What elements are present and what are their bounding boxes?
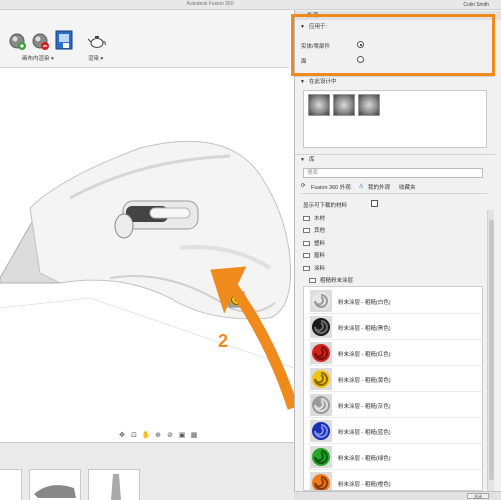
show-downloadable-label: 显示可下载的材料 — [303, 203, 348, 209]
pan-icon[interactable]: ✋ — [141, 431, 151, 440]
material-list-item[interactable]: 粉末涂层 - 粗糙(红色) — [308, 341, 482, 366]
library-scrollbar[interactable] — [487, 210, 494, 495]
material-label: 粉末涂层 - 粗糙(灰色) — [338, 404, 391, 410]
material-list-item[interactable]: 粉末涂层 - 粗糙(黑色) — [308, 315, 482, 340]
zoom-icon[interactable]: ⊕ — [153, 431, 163, 440]
material-swatch-icon — [310, 368, 332, 390]
render-in-canvas-dropdown[interactable]: 画布内渲染 ▾ — [22, 54, 54, 62]
render-stop-icon[interactable] — [31, 32, 49, 50]
teapot-render-icon[interactable] — [87, 33, 106, 49]
gallery-thumbnail[interactable] — [0, 469, 22, 500]
capture-image-icon[interactable] — [55, 30, 73, 50]
library-section[interactable]: ▼ 库 — [295, 155, 501, 165]
tab-fusion-appearances[interactable]: Fusion 360 外观 — [311, 183, 351, 191]
tab-favorites[interactable]: 收藏夹 — [399, 183, 416, 191]
library-heading: 库 — [308, 157, 315, 163]
material-list-item[interactable]: 粉末涂层 - 粗糙(灰色) — [308, 393, 482, 418]
navigation-toolbar: ✥ ⊡ ✋ ⊕ ⊘ ▣ ▦ — [117, 430, 199, 440]
material-label: 粉末涂层 - 粗糙(蓝色) — [338, 430, 391, 436]
design-material-swatch[interactable] — [308, 94, 330, 116]
window-title: Autodesk Fusion 360 — [186, 1, 234, 7]
collapse-arrow-icon[interactable]: ▼ — [300, 77, 305, 87]
material-list-item[interactable]: 粉末涂层 - 粗糙(蓝色) — [308, 419, 482, 444]
tab-my-appearances[interactable]: 我的外观 — [368, 183, 390, 191]
panel-footer: 关闭 — [294, 491, 501, 500]
folder-label: 塑料 — [314, 241, 326, 247]
material-swatch-icon — [310, 342, 332, 364]
material-list-item[interactable]: 粉末涂层 - 粗糙(橙色) — [308, 471, 482, 490]
folder-label: 屋料 — [314, 253, 326, 259]
apply-to-highlight — [291, 14, 495, 76]
material-swatch-icon — [310, 394, 332, 416]
folder-icon — [309, 278, 316, 283]
material-list-item[interactable]: 粉末涂层 - 粗糙(白色) — [308, 289, 482, 314]
material-swatch-icon — [310, 446, 332, 468]
look-at-icon[interactable]: ⊡ — [129, 431, 139, 440]
toolbar: 画布内渲染 ▾ 渲染 ▾ — [0, 10, 290, 68]
folder-icon — [303, 253, 310, 258]
render-sphere-icon[interactable] — [8, 32, 26, 50]
orbit-icon[interactable]: ✥ — [117, 431, 127, 440]
material-swatch-icon — [310, 472, 332, 490]
material-swatch-icon — [310, 290, 332, 312]
material-swatch-icon — [310, 420, 332, 442]
fit-icon[interactable]: ⊘ — [165, 431, 175, 440]
my-appearances-icon[interactable]: ◬ — [359, 183, 363, 189]
folder-wood[interactable]: 木材 — [303, 215, 325, 224]
folder-paint[interactable]: 涂料 — [303, 265, 325, 274]
folder-plastic[interactable]: 塑料 — [303, 240, 325, 249]
close-button[interactable]: 关闭 — [467, 493, 489, 499]
folder-icon — [303, 241, 310, 246]
refresh-icon[interactable]: ⟳ — [301, 183, 306, 189]
library-search-input[interactable]: 搜索 — [303, 168, 483, 178]
folder-icon — [303, 216, 310, 221]
subfolder-rough-powder-coat[interactable]: 粗糙粉末涂层 — [309, 277, 353, 286]
render-gallery — [0, 442, 294, 500]
in-design-heading: 在此设计中 — [308, 79, 337, 85]
material-list: 粉末涂层 - 粗糙(白色) 粉末涂层 - 粗糙(黑色) 粉末涂层 - 粗糙(红色) 粉… — [303, 286, 483, 491]
title-bar: Autodesk Fusion 360 Colin Smith — [0, 0, 501, 10]
gallery-thumbnail[interactable] — [29, 469, 81, 500]
folder-label: 其他 — [314, 228, 326, 234]
collapse-arrow-icon[interactable]: ▼ — [300, 155, 305, 165]
material-label: 粉末涂层 - 粗糙(黑色) — [338, 326, 391, 332]
render-dropdown[interactable]: 渲染 ▾ — [88, 54, 103, 62]
folder-icon — [303, 228, 310, 233]
in-design-swatches — [303, 90, 487, 148]
user-name[interactable]: Colin Smith — [463, 2, 489, 8]
folder-icon — [303, 266, 310, 271]
grid-settings-icon[interactable]: ▦ — [189, 431, 199, 440]
scrollbar-thumb[interactable] — [489, 220, 494, 480]
utility-knife-model[interactable] — [0, 68, 294, 440]
appearance-panel: ● 外观 ▼ 应用于: 实体/零部件 面 ▼ 在此设计中 ▼ 库 搜索 ⟳ Fusion… — [294, 10, 501, 500]
display-settings-icon[interactable]: ▣ — [177, 431, 187, 440]
in-design-section[interactable]: ▼ 在此设计中 — [295, 77, 501, 87]
folder-roofing[interactable]: 屋料 — [303, 252, 325, 261]
folder-label: 粗糙粉末涂层 — [320, 278, 354, 284]
folder-label: 木材 — [314, 216, 326, 222]
material-label: 粉末涂层 - 粗糙(红色) — [338, 352, 391, 358]
folder-other[interactable]: 其他 — [303, 227, 325, 236]
material-label: 粉末涂层 - 粗糙(绿色) — [338, 456, 391, 462]
material-swatch-icon — [310, 316, 332, 338]
step-number-annotation: 2 — [218, 331, 229, 351]
material-list-item[interactable]: 粉末涂层 - 粗糙(黄色) — [308, 367, 482, 392]
design-canvas[interactable]: ✥ ⊡ ✋ ⊕ ⊘ ▣ ▦ — [0, 68, 294, 440]
show-downloadable-checkbox[interactable] — [371, 200, 378, 207]
design-material-swatch[interactable] — [358, 94, 380, 116]
show-downloadable-row[interactable]: 显示可下载的材料 — [303, 200, 378, 209]
material-label: 粉末涂层 - 粗糙(白色) — [338, 300, 391, 306]
gallery-thumbnail[interactable] — [88, 469, 140, 500]
material-list-item[interactable]: 粉末涂层 - 粗糙(绿色) — [308, 445, 482, 470]
material-label: 粉末涂层 - 粗糙(橙色) — [338, 482, 391, 488]
folder-label: 涂料 — [314, 266, 326, 272]
design-material-swatch[interactable] — [333, 94, 355, 116]
material-label: 粉末涂层 - 粗糙(黄色) — [338, 378, 391, 384]
